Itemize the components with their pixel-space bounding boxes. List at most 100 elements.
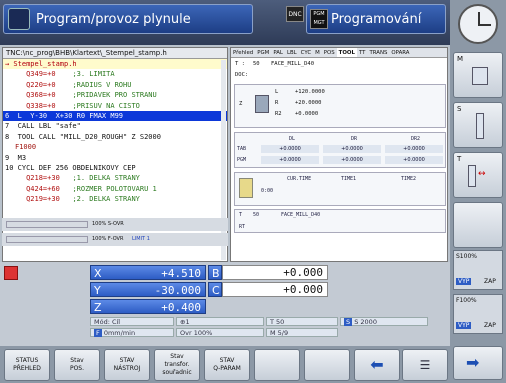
error-icon[interactable] — [4, 266, 18, 280]
s-function-key[interactable]: S — [453, 102, 503, 148]
tab-cyc[interactable]: CYC — [299, 48, 313, 57]
tool-axis-label: Z — [239, 101, 243, 107]
machine-mode-button[interactable]: Program/provoz plynule — [3, 4, 253, 34]
m-icon — [472, 67, 488, 85]
preset-info: ⊕1 — [176, 317, 264, 326]
machine-mode-icon — [8, 8, 30, 30]
program-line[interactable]: Q219=+30 ;2. DELKA STRANY — [3, 194, 227, 204]
repl-t-number: 50 — [253, 212, 260, 218]
axis-x: X +4.510 — [90, 265, 206, 280]
tool-l-value: +120.0000 — [295, 89, 325, 95]
spindle-info: S S 2000 — [340, 317, 428, 326]
limit-label: LIMIT 1 — [132, 236, 150, 242]
col-dr2: DR2 — [411, 136, 421, 142]
repl-t-label: T — [239, 212, 243, 218]
pgm-mgt-icon: PGM MGT — [310, 9, 328, 29]
replacement-tool-box — [234, 209, 446, 233]
programming-mode-button[interactable]: PGM MGT Programování — [306, 4, 446, 34]
pgm-dr2: +0.0000 — [385, 156, 443, 164]
status-pos-softkey[interactable]: Stav POS. — [54, 349, 100, 381]
tab-lbl[interactable]: LBL — [285, 48, 299, 57]
clock-icon — [458, 4, 498, 44]
tab-opara[interactable]: OPARA — [389, 48, 411, 57]
program-line[interactable]: Q349=+0 ;3. LIMITA — [3, 69, 227, 79]
ovr-info: Ovr 100% — [176, 328, 264, 337]
back-softkey[interactable]: ⬅ — [354, 349, 400, 381]
s-override-row: 100% S-OVR — [2, 218, 228, 231]
active-program-line[interactable]: 6 L Y-30 X+30 R0 FMAX M99 — [3, 110, 227, 122]
tab-tt[interactable]: TT — [357, 48, 368, 57]
top-bar: Program/provoz plynule DNC PGM MGT Progra… — [0, 0, 450, 45]
rt-label: RT — [239, 224, 246, 230]
pgm-dl: +0.0000 — [261, 156, 319, 164]
blank-softkey[interactable] — [304, 349, 350, 381]
machine-mode-label: Program/provoz plynule — [36, 11, 191, 27]
m-function-key[interactable]: M — [453, 52, 503, 98]
tool-info: T 50 — [266, 317, 338, 326]
tab-dr: +0.0000 — [323, 145, 381, 153]
axis-b-label: B — [208, 265, 222, 280]
tab-overview[interactable]: Přehled — [231, 48, 255, 57]
status-transform-softkey[interactable]: Stav transfor. souřadnic — [154, 349, 200, 381]
feed-info: F 0mm/min — [90, 328, 174, 337]
f100-key[interactable]: F100% VYP ZAP — [453, 294, 503, 334]
col-time2: TIME2 — [401, 176, 417, 182]
tab-pos[interactable]: POS — [322, 48, 337, 57]
status-qparam-softkey[interactable]: STAV Q-PARAM — [204, 349, 250, 381]
tool-t-label: T : — [235, 61, 245, 67]
program-path: TNC:\nc_prog\BHB\Klartext\_Stempel_stamp… — [3, 48, 227, 59]
col-time1: TIME1 — [341, 176, 357, 182]
list-softkey[interactable]: ☰ — [402, 349, 448, 381]
tab-trans[interactable]: TRANS — [367, 48, 389, 57]
right-softkey-bar: M S T ↔ S100% VYP ZAP F100% VYP ZAP ➡ — [450, 0, 506, 383]
arrow-right-icon: ➡ — [466, 353, 480, 372]
col-dl: DL — [289, 136, 296, 142]
tab-dr2: +0.0000 — [385, 145, 443, 153]
tab-tool[interactable]: TOOL — [336, 48, 357, 57]
tab-dl: +0.0000 — [261, 145, 319, 153]
program-line[interactable]: Q368=+0 ;PRIDAVEK PRO STRANU — [3, 90, 227, 100]
tool-name: FACE_MILL_D40 — [271, 61, 315, 67]
tab-pgm[interactable]: PGM — [255, 48, 271, 57]
status-tabs: Přehled PGM PAL LBL CYC M POS TOOL TT TRANS OPARA — [231, 48, 447, 58]
program-line[interactable]: Q338=+0 ;PRISUV NA CISTO — [3, 101, 227, 111]
program-line[interactable]: Q220=+0 ;RADIUS V ROHU — [3, 80, 227, 90]
position-display: X +4.510 B +0.000 Y -30.000 C +0.000 Z +0.4… — [0, 262, 450, 346]
program-line[interactable]: 8 TOOL CALL "MILL_D20_ROUGH" Z S2000 — [3, 132, 227, 142]
program-line[interactable]: Q424=+60 ;ROZMER POLOTOVARU 1 — [3, 184, 227, 194]
tool-r-label: R — [275, 100, 279, 106]
cur-time-value: 0:00 — [261, 188, 274, 194]
program-title[interactable]: → Stempel_stamp.h — [3, 59, 227, 70]
s-override-label: 100% S-OVR — [92, 221, 124, 227]
status-overview-softkey[interactable]: STATUS PŘEHLED — [4, 349, 50, 381]
bottom-softkey-bar: STATUS PŘEHLED Stav POS. STAV NÁSTROJ Stav t… — [0, 346, 450, 383]
list-icon: ☰ — [419, 358, 431, 372]
status-tool-softkey[interactable]: STAV NÁSTROJ — [104, 349, 150, 381]
blank-right-key[interactable] — [453, 202, 503, 248]
program-line[interactable]: Q218=+30 ;1. DELKA STRANY — [3, 173, 227, 183]
repl-t-name: FACE_MILL_D40 — [281, 212, 321, 218]
f-override-label: 100% F-OVR — [92, 236, 124, 242]
axis-c-label: C — [208, 282, 222, 297]
dnc-indicator[interactable]: DNC — [286, 6, 304, 22]
cycle-params-block: Q349=+0 ;3. LIMITA Q220=+0 ;RADIUS V ROH… — [3, 69, 227, 111]
axis-y: Y -30.000 — [90, 282, 206, 297]
tab-pal[interactable]: PAL — [271, 48, 285, 57]
programming-mode-label: Programování — [331, 11, 422, 27]
program-line[interactable]: 10 CYCL DEF 256 OBDELNIKOVY CEP — [3, 163, 227, 173]
tool-change-icon — [468, 165, 476, 187]
next-softkey-row[interactable]: ➡ — [453, 346, 503, 380]
tab-m[interactable]: M — [313, 48, 322, 57]
program-line[interactable]: 9 M3 — [3, 153, 227, 163]
arrow-icon: ↔ — [478, 169, 486, 179]
tool-number: 50 — [253, 61, 260, 67]
program-line[interactable]: 7 CALL LBL "safe" — [3, 121, 227, 131]
program-line[interactable]: F1000 — [3, 142, 227, 152]
mode-info: Mód: Cíl — [90, 317, 174, 326]
blank-softkey[interactable] — [254, 349, 300, 381]
axis-b-value: +0.000 — [222, 265, 328, 280]
axis-c-value: +0.000 — [222, 282, 328, 297]
s100-key[interactable]: S100% VYP ZAP — [453, 250, 503, 290]
t-function-key[interactable]: T ↔ — [453, 152, 503, 198]
doc-label: DOC: — [235, 72, 249, 78]
